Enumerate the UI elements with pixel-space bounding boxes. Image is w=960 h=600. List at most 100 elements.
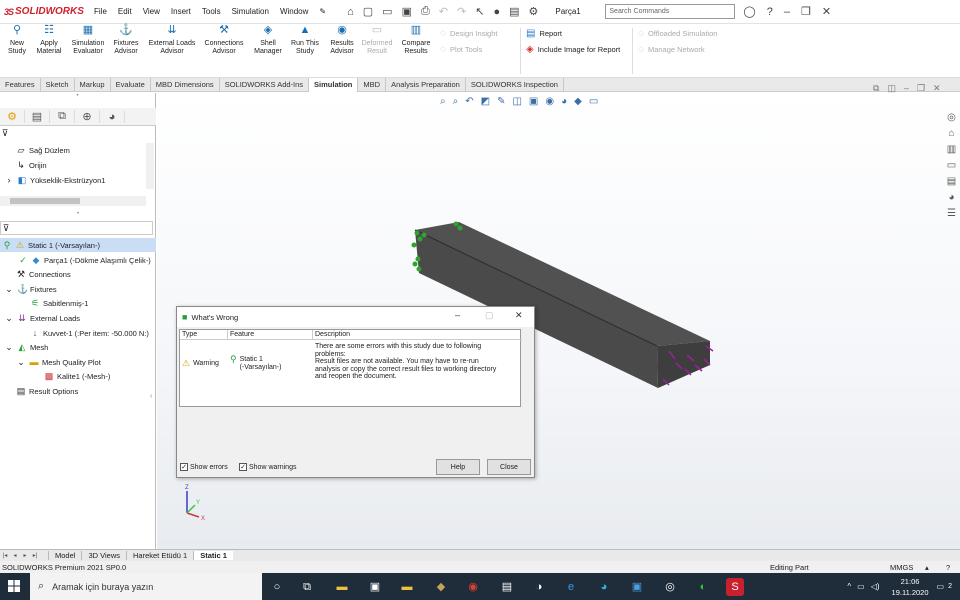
select-icon[interactable]: ↖ — [475, 5, 484, 18]
help-icon[interactable]: ? — [946, 563, 950, 572]
redo-icon[interactable]: ↷ — [457, 5, 466, 18]
home-icon[interactable]: ⌂ — [943, 128, 960, 144]
custom-properties-icon[interactable]: ☰ — [943, 208, 960, 224]
tile-view-icon[interactable]: ◫ — [887, 83, 896, 94]
column-feature[interactable]: Feature — [230, 331, 254, 338]
restore-icon[interactable]: ❐ — [801, 5, 811, 18]
display-style-icon[interactable]: ▣ — [529, 96, 538, 107]
windows-start-icon[interactable] — [8, 580, 20, 592]
column-type[interactable]: Type — [182, 331, 197, 338]
help-button[interactable]: Help — [436, 459, 480, 475]
view-palette-icon[interactable]: ▤ — [943, 176, 960, 192]
collapse-arrow-icon[interactable]: ⌄ — [4, 342, 14, 353]
tab-inspection[interactable]: SOLIDWORKS Inspection — [466, 78, 564, 92]
menu-edit[interactable]: Edit — [118, 7, 132, 16]
tree-item-fixtures[interactable]: ⌄ ⚓ Fixtures — [0, 282, 156, 296]
tab-motion-study[interactable]: Hareket Etüdü 1 — [125, 551, 193, 560]
network-icon[interactable]: ▭ — [857, 582, 865, 591]
zoom-to-area-icon[interactable]: ⌕ — [453, 96, 459, 107]
tab-static-study[interactable]: Static 1 — [193, 551, 233, 560]
dynamic-annotation-icon[interactable]: ✎ — [497, 96, 505, 107]
last-tab-icon[interactable]: ▸| — [30, 552, 40, 559]
deformed-result-button[interactable]: ▭ Deformed Result — [359, 25, 395, 56]
view-orientation-icon[interactable]: ◫ — [512, 96, 521, 107]
close-button[interactable]: Close — [487, 459, 531, 475]
task-view-icon[interactable]: ⧉ — [298, 578, 316, 596]
taskbar-clock[interactable]: 21:06 19.11.2020 — [892, 576, 929, 598]
connections-advisor-button[interactable]: ⚒ Connections Advisor — [200, 25, 248, 56]
show-warnings-checkbox[interactable]: ✓ Show warnings — [239, 463, 296, 471]
volume-icon[interactable]: ◁) — [871, 582, 880, 591]
close-icon[interactable]: ✕ — [822, 5, 831, 18]
dialog-maximize-icon[interactable]: ▢ — [485, 310, 494, 321]
app-icon[interactable]: ◐ — [694, 578, 712, 596]
tab-markup[interactable]: Markup — [75, 78, 111, 92]
print-icon[interactable]: ⎙ — [421, 5, 430, 18]
dimxpert-icon[interactable]: ⊕ — [75, 110, 100, 123]
apply-material-button[interactable]: ☷ Apply Material — [34, 25, 64, 56]
include-image-button[interactable]: ◈ Include Image for Report — [526, 44, 620, 55]
zoom-to-fit-icon[interactable]: ⌕ — [440, 96, 446, 107]
tree-item-part[interactable]: ✓ ◆ Parça1 (-Dökme Alaşımlı Çelik-) — [0, 253, 156, 267]
user-icon[interactable]: ◯ — [743, 5, 755, 18]
results-advisor-button[interactable]: ◉ Results Advisor — [326, 25, 358, 56]
column-divider[interactable] — [227, 330, 228, 340]
units-selector[interactable]: MMGS — [890, 563, 913, 572]
tab-mbd[interactable]: MBD — [358, 78, 387, 92]
property-manager-icon[interactable]: ▤ — [25, 110, 50, 123]
file-explorer-icon[interactable]: ▬ — [333, 578, 351, 596]
notepad-icon[interactable]: ▤ — [498, 578, 516, 596]
tree-item-right-plane[interactable]: ▱ Sağ Düzlem — [0, 143, 156, 157]
tab-model[interactable]: Model — [48, 551, 81, 560]
display-manager-icon[interactable]: ◕ — [100, 110, 125, 123]
viewport-minimize-icon[interactable]: – — [904, 83, 909, 94]
notification-icon[interactable]: ▭ — [937, 582, 945, 591]
tab-mbd-dimensions[interactable]: MBD Dimensions — [151, 78, 220, 92]
new-study-button[interactable]: ⚲ New Study — [4, 25, 30, 56]
section-view-icon[interactable]: ◩ — [481, 96, 490, 107]
edge-icon[interactable]: ◕ — [595, 578, 613, 596]
tab-simulation[interactable]: Simulation — [309, 78, 359, 92]
store-icon[interactable]: ▣ — [366, 578, 384, 596]
hide-show-items-icon[interactable]: ◉ — [545, 96, 554, 107]
traffic-light-icon[interactable]: ● — [493, 6, 500, 18]
tree-item-extrude[interactable]: › ◧ Yükseklik-Ekstrüzyon1 — [0, 173, 156, 187]
menu-view[interactable]: View — [143, 7, 160, 16]
viewport-restore-icon[interactable]: ❐ — [917, 83, 925, 94]
tree-horizontal-scrollbar[interactable] — [0, 196, 146, 206]
folder-icon[interactable]: ▬ — [398, 578, 416, 596]
report-button[interactable]: ▤ Report — [526, 28, 562, 39]
menu-file[interactable]: File — [94, 7, 107, 16]
column-divider[interactable] — [312, 330, 313, 340]
undo-icon[interactable]: ↶ — [439, 5, 448, 18]
solidworks-resources-icon[interactable]: ◎ — [943, 112, 960, 128]
viewport-close-icon[interactable]: ✕ — [933, 83, 941, 94]
solidworks-taskbar-icon[interactable]: S — [726, 578, 744, 596]
collapse-arrow-icon[interactable]: ⌄ — [4, 284, 14, 295]
split-view-icon[interactable]: ⧉ — [873, 83, 879, 94]
home-icon[interactable]: ⌂ — [347, 6, 354, 18]
panel-collapse-icon[interactable]: ‹ — [150, 393, 156, 400]
dialog-title-bar[interactable]: ■ What's Wrong – ▢ ✕ — [177, 307, 534, 327]
simulation-evaluator-button[interactable]: ▦ Simulation Evaluator — [68, 25, 108, 56]
design-insight-button[interactable]: ◌ Design Insight — [440, 28, 497, 39]
external-loads-advisor-button[interactable]: ⇊ External Loads Advisor — [144, 25, 200, 56]
edit-appearance-icon[interactable]: ◕ — [561, 96, 567, 107]
design-library-icon[interactable]: ▥ — [943, 144, 960, 160]
tree-item-quality-1[interactable]: ▩ Kalite1 (-Mesh-) — [0, 369, 156, 383]
show-errors-checkbox[interactable]: ✓ Show errors — [180, 463, 228, 471]
tree-item-mesh-quality-plot[interactable]: ⌄ ▬ Mesh Quality Plot — [0, 355, 156, 369]
save-icon[interactable]: ▣ — [402, 5, 412, 18]
tab-addins[interactable]: SOLIDWORKS Add-Ins — [220, 78, 310, 92]
cortana-icon[interactable]: ○ — [268, 578, 286, 596]
options-gear-icon[interactable]: ⚙ — [529, 5, 539, 18]
new-document-icon[interactable]: ▢ — [363, 5, 373, 18]
tab-3d-views[interactable]: 3D Views — [81, 551, 126, 560]
minimize-icon[interactable]: – — [784, 6, 790, 18]
tree-item-static-study[interactable]: ⚲ ⚠ Static 1 (-Varsayılan-) — [0, 238, 156, 252]
shell-manager-button[interactable]: ◈ Shell Manager — [250, 25, 286, 56]
fixtures-advisor-button[interactable]: ⚓ Fixtures Advisor — [110, 25, 142, 56]
tray-overflow-icon[interactable]: ^ — [847, 582, 851, 591]
filter-row[interactable]: ⊽ — [0, 127, 156, 139]
tree-item-external-loads[interactable]: ⌄ ⇊ External Loads — [0, 311, 156, 325]
